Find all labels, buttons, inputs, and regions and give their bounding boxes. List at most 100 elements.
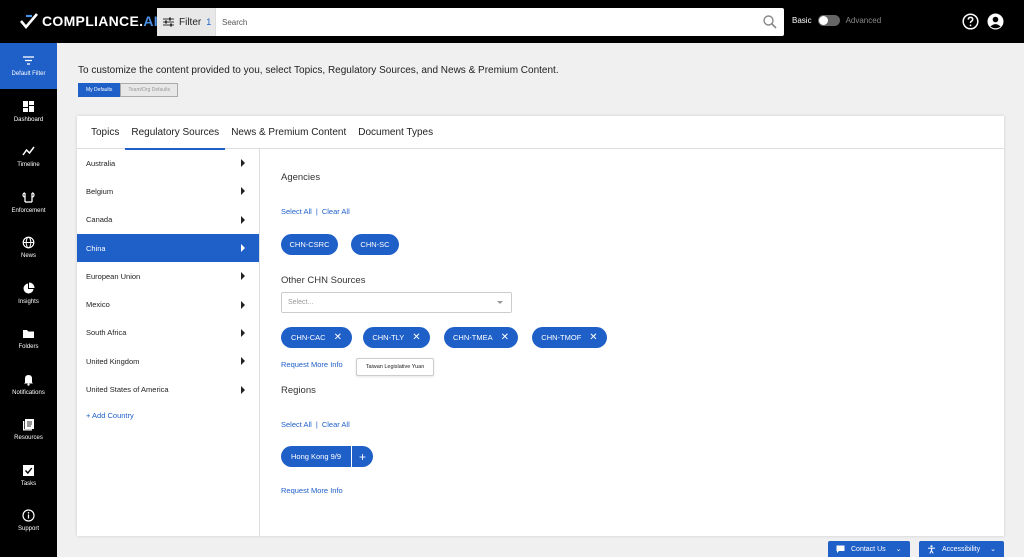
region-add-button[interactable]: +: [351, 446, 374, 467]
agencies-title: Agencies: [281, 172, 321, 183]
region-hong-kong-label[interactable]: Hong Kong 9/9: [281, 446, 352, 467]
sidebar-item-label: Dashboard: [13, 116, 44, 123]
sidebar-item-label: Insights: [18, 298, 39, 305]
team-defaults-button[interactable]: Team/Org Defaults: [120, 83, 179, 97]
accessibility-label: Accessibility: [942, 545, 981, 553]
sidebar-item-insights[interactable]: Insights: [0, 271, 57, 317]
tab-topics[interactable]: Topics: [85, 116, 125, 149]
caret-right-icon: [241, 328, 245, 337]
globe-icon: [22, 236, 35, 249]
country-item-united-states[interactable]: United States of America: [77, 375, 259, 403]
sidebar-item-notifications[interactable]: Notifications: [0, 362, 57, 408]
dashboard-icon: [23, 100, 34, 112]
contact-us-button[interactable]: Contact Us ⌄: [828, 541, 910, 557]
caret-right-icon: [241, 159, 245, 168]
brand-name: COMPLIANCE: [42, 13, 140, 29]
sidebar-item-timeline[interactable]: Timeline: [0, 134, 57, 180]
logo-mark-icon: [20, 13, 38, 30]
country-item-china[interactable]: China: [77, 233, 259, 263]
request-more-info-label: Request More Info: [281, 486, 343, 495]
chat-icon: [836, 545, 845, 553]
chevron-down-icon: [497, 301, 503, 304]
sliders-icon: [163, 17, 174, 27]
link-separator: |: [315, 207, 318, 216]
mode-advanced-label: Advanced: [845, 16, 882, 25]
accessibility-icon: [928, 544, 935, 554]
sidebar-item-enforcement[interactable]: Enforcement: [0, 180, 57, 226]
sidebar-item-label: Folders: [18, 344, 39, 351]
remove-x-icon[interactable]: ✕: [501, 332, 509, 343]
tab-regulatory-sources[interactable]: Regulatory Sources: [125, 116, 226, 150]
pill-label: CHN-TLY: [372, 333, 405, 342]
remove-x-icon[interactable]: ✕: [589, 332, 597, 343]
search-icon[interactable]: [762, 14, 778, 30]
caret-right-icon: [241, 357, 245, 366]
sidebar-item-label: Default Filter: [11, 71, 46, 78]
sidebar-item-news[interactable]: News: [0, 225, 57, 271]
sidebar-item-tasks[interactable]: Tasks: [0, 453, 57, 499]
sidebar-item-label: Resources: [14, 435, 43, 442]
bell-icon: [24, 374, 33, 386]
regions-select-links: Select All | Clear All: [281, 420, 350, 429]
country-item-south-africa[interactable]: South Africa: [77, 319, 259, 347]
caret-right-icon: [241, 300, 245, 309]
pie-chart-icon: [23, 282, 35, 294]
select-placeholder: Select...: [288, 299, 314, 306]
agency-pill-chn-csrc[interactable]: CHN-CSRC: [281, 234, 338, 255]
sidebar-item-default-filter[interactable]: Default Filter: [0, 43, 57, 89]
user-account-icon[interactable]: [987, 13, 1004, 30]
tab-document-types[interactable]: Document Types: [352, 116, 439, 149]
regions-title: Regions: [281, 385, 316, 396]
sidebar-item-folders[interactable]: Folders: [0, 316, 57, 362]
country-item-mexico[interactable]: Mexico: [77, 290, 259, 318]
resources-icon: [23, 419, 34, 431]
pill-label: CHN-TMEA: [453, 333, 493, 342]
sidebar-item-label: Timeline: [17, 162, 40, 169]
sidebar-item-resources[interactable]: Resources: [0, 407, 57, 453]
chevron-down-icon: ⌄: [895, 546, 902, 553]
remove-x-icon[interactable]: ✕: [412, 332, 420, 343]
remove-x-icon[interactable]: ✕: [334, 332, 342, 343]
regions-request-info-link[interactable]: Request More Info: [281, 486, 343, 495]
source-pill-chn-tmea[interactable]: CHN-TMEA ✕: [444, 327, 518, 348]
agency-pill-chn-sc[interactable]: CHN-SC: [351, 234, 399, 255]
source-pill-chn-tmof[interactable]: CHN-TMOF ✕: [532, 327, 607, 348]
regions-select-all-link[interactable]: Select All: [281, 420, 312, 429]
brand-logo[interactable]: COMPLIANCE. AI: [20, 10, 158, 32]
my-defaults-button[interactable]: My Defaults: [78, 83, 121, 97]
tab-news-premium[interactable]: News & Premium Content: [225, 116, 352, 149]
pill-label: CHN-CAC: [291, 333, 326, 342]
country-label: United Kingdom: [86, 356, 140, 366]
source-pill-chn-cac[interactable]: CHN-CAC ✕: [281, 327, 352, 348]
other-sources-select[interactable]: Select...: [281, 292, 512, 313]
intro-text: To customize the content provided to you…: [78, 65, 559, 76]
sidebar-item-dashboard[interactable]: Dashboard: [0, 89, 57, 135]
help-icon[interactable]: [962, 13, 979, 30]
region-pill-hong-kong: Hong Kong 9/9 +: [281, 446, 374, 467]
agencies-clear-all-link[interactable]: Clear All: [322, 207, 350, 216]
caret-right-icon: [241, 385, 245, 394]
agencies-select-all-link[interactable]: Select All: [281, 207, 312, 216]
sidebar: Default Filter Dashboard Timeline Enforc…: [0, 43, 57, 557]
sidebar-item-label: Enforcement: [11, 207, 46, 214]
country-item-united-kingdom[interactable]: United Kingdom: [77, 347, 259, 375]
country-item-european-union[interactable]: European Union: [77, 262, 259, 290]
other-request-info-link[interactable]: Request More Info: [281, 360, 343, 369]
caret-right-icon: [241, 187, 245, 196]
contact-us-label: Contact Us: [851, 545, 886, 553]
country-label: Canada: [86, 215, 113, 225]
filter-button[interactable]: Filter 1: [157, 8, 216, 36]
accessibility-button[interactable]: Accessibility ⌄: [919, 541, 1004, 557]
search-input[interactable]: [216, 9, 762, 35]
country-item-belgium[interactable]: Belgium: [77, 177, 259, 205]
filter-label: Filter: [179, 16, 202, 28]
add-country-link[interactable]: + Add Country: [77, 411, 259, 420]
country-item-australia[interactable]: Australia: [77, 149, 259, 177]
country-item-canada[interactable]: Canada: [77, 206, 259, 234]
regions-clear-all-link[interactable]: Clear All: [322, 420, 350, 429]
other-sources-title: Other CHN Sources: [281, 275, 366, 286]
mode-toggle[interactable]: [817, 15, 840, 26]
sidebar-item-support[interactable]: Support: [0, 498, 57, 544]
country-label: Mexico: [86, 300, 110, 310]
source-pill-chn-tly[interactable]: CHN-TLY ✕: [363, 327, 430, 348]
